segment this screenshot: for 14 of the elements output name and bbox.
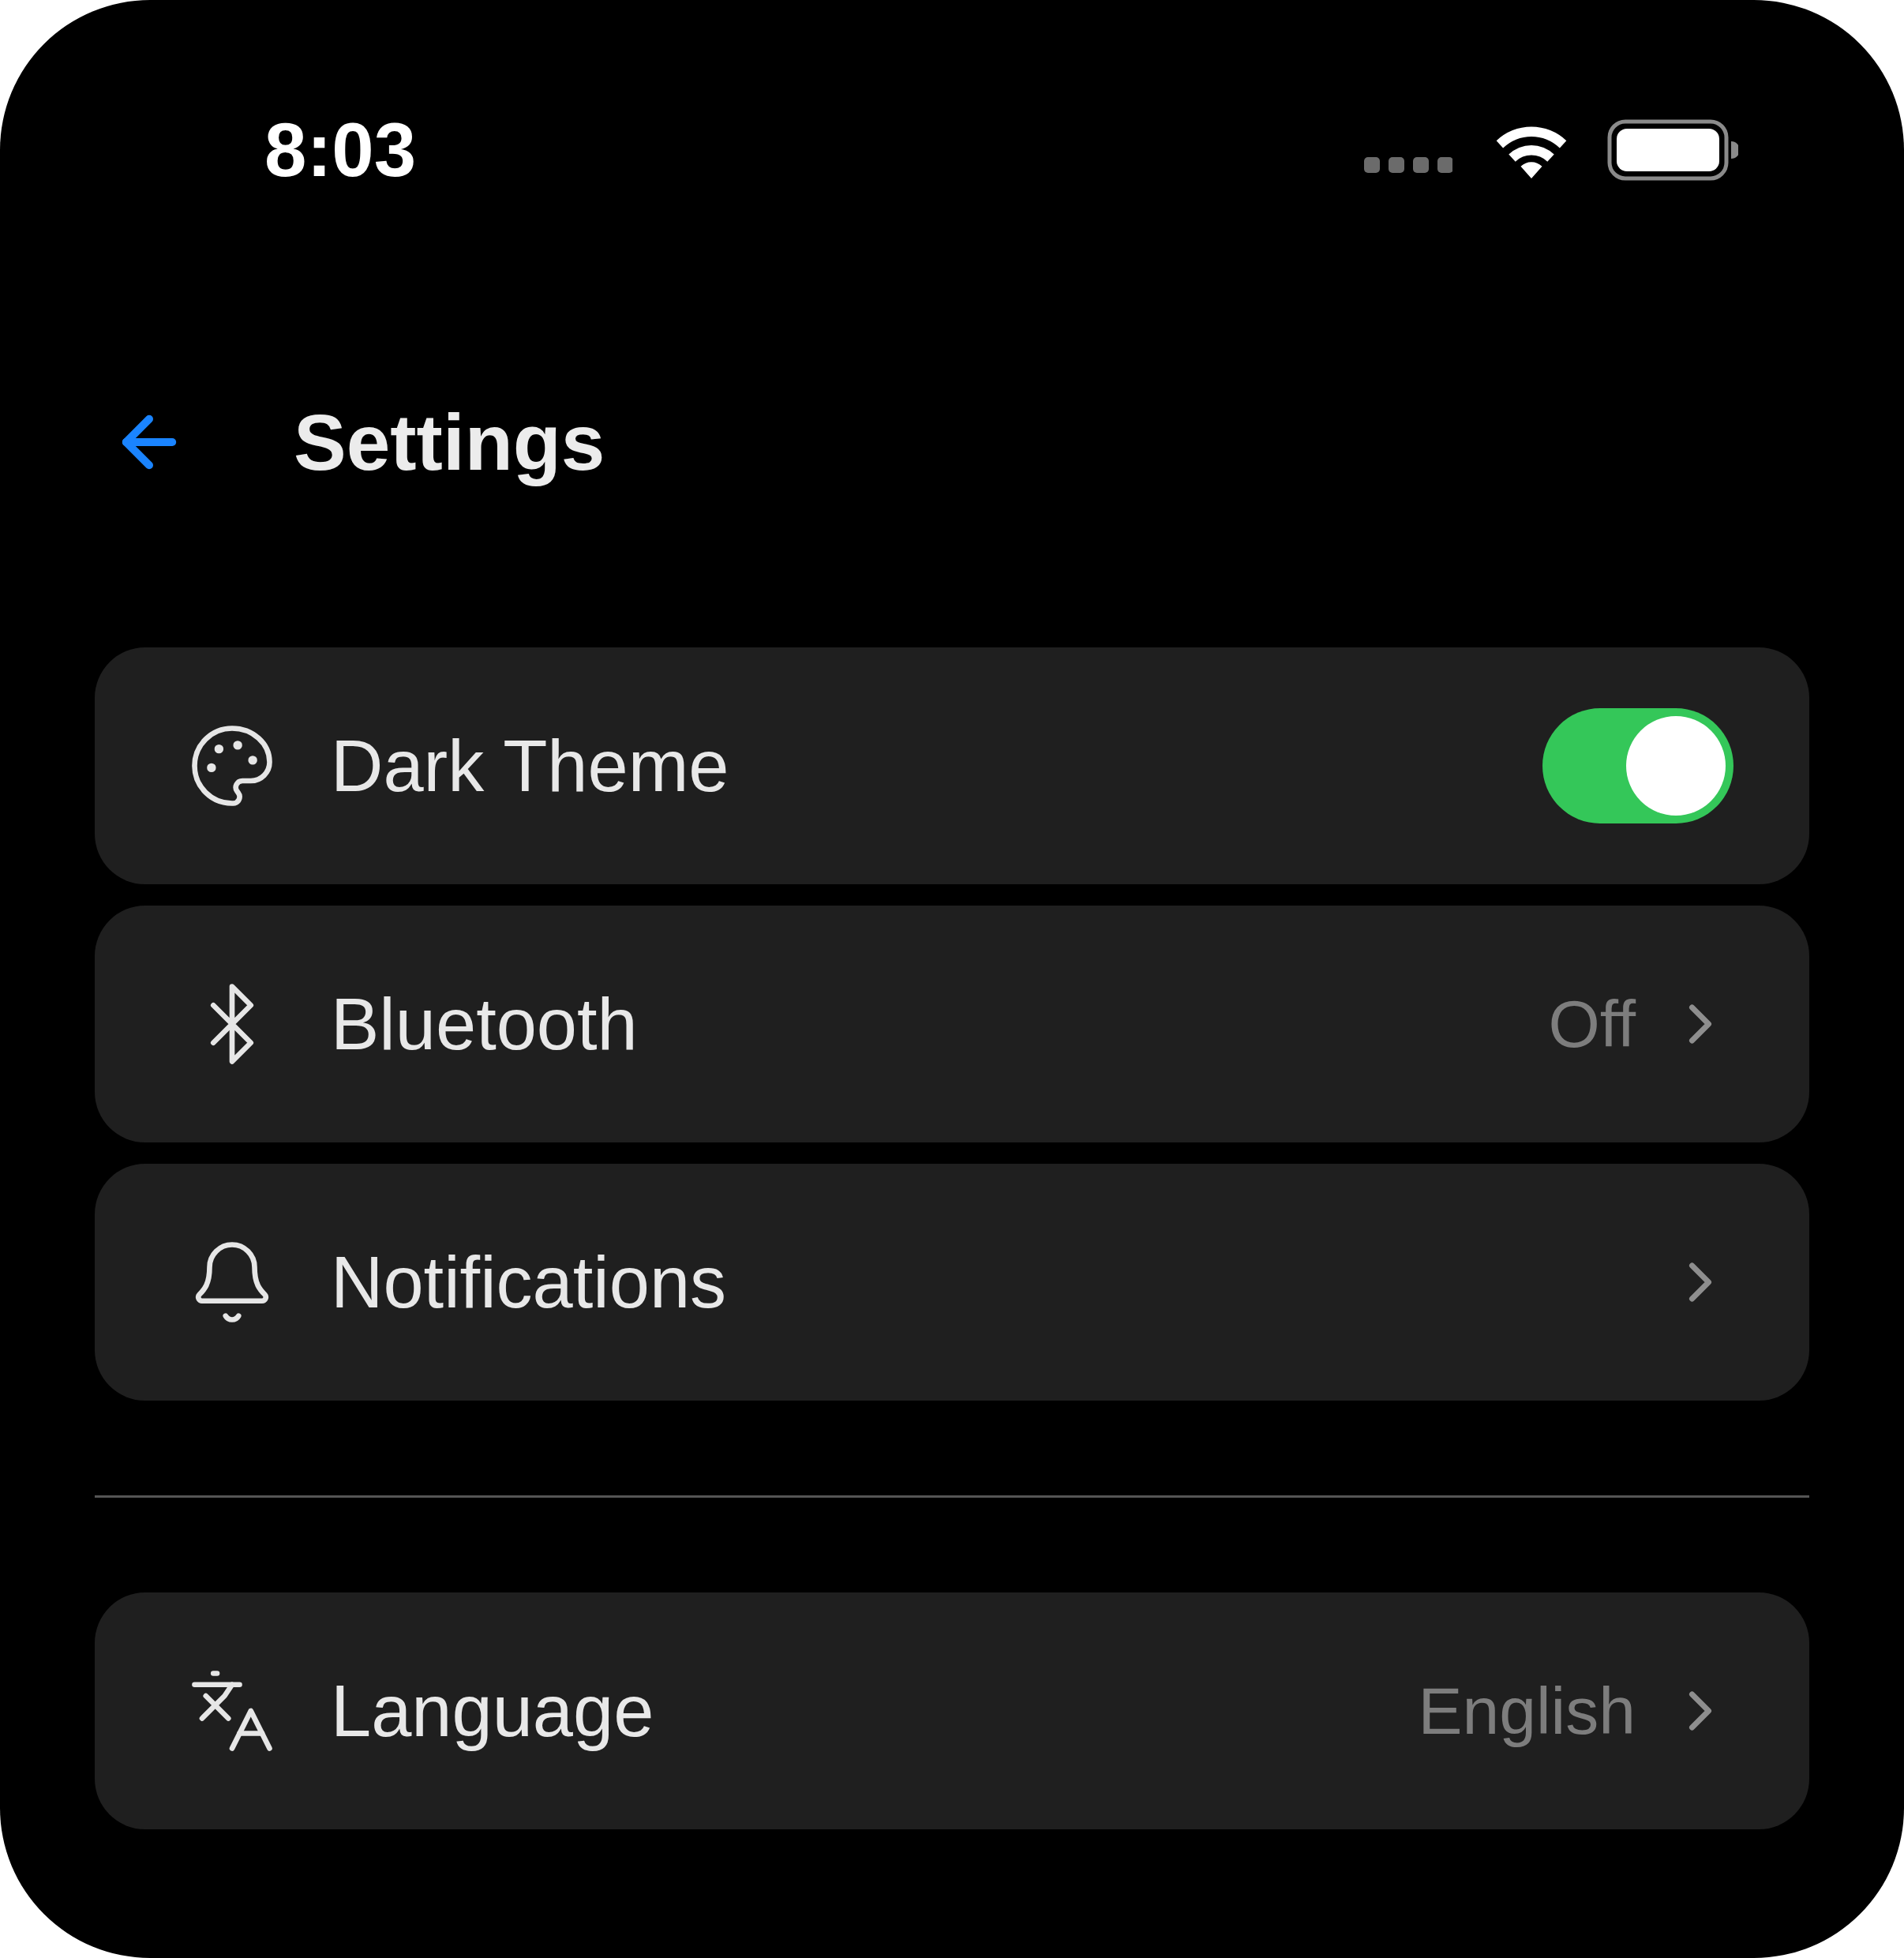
row-label: Bluetooth	[331, 983, 638, 1066]
row-label: Dark Theme	[331, 725, 729, 808]
row-label: Notifications	[331, 1241, 727, 1324]
settings-row[interactable]: Dark Theme	[95, 647, 1809, 884]
settings-row[interactable]: Notifications	[95, 1164, 1809, 1401]
status-time: 8:03	[264, 107, 417, 193]
settings-row[interactable]: Language English	[95, 1592, 1809, 1829]
row-value: Off	[1548, 986, 1636, 1063]
row-label: Language	[331, 1670, 654, 1753]
page-title: Settings	[294, 397, 605, 488]
signal-icon	[1364, 157, 1452, 174]
settings-row[interactable]: Bluetooth Off	[95, 906, 1809, 1142]
row-value: English	[1418, 1673, 1636, 1750]
battery-icon	[1607, 119, 1738, 181]
